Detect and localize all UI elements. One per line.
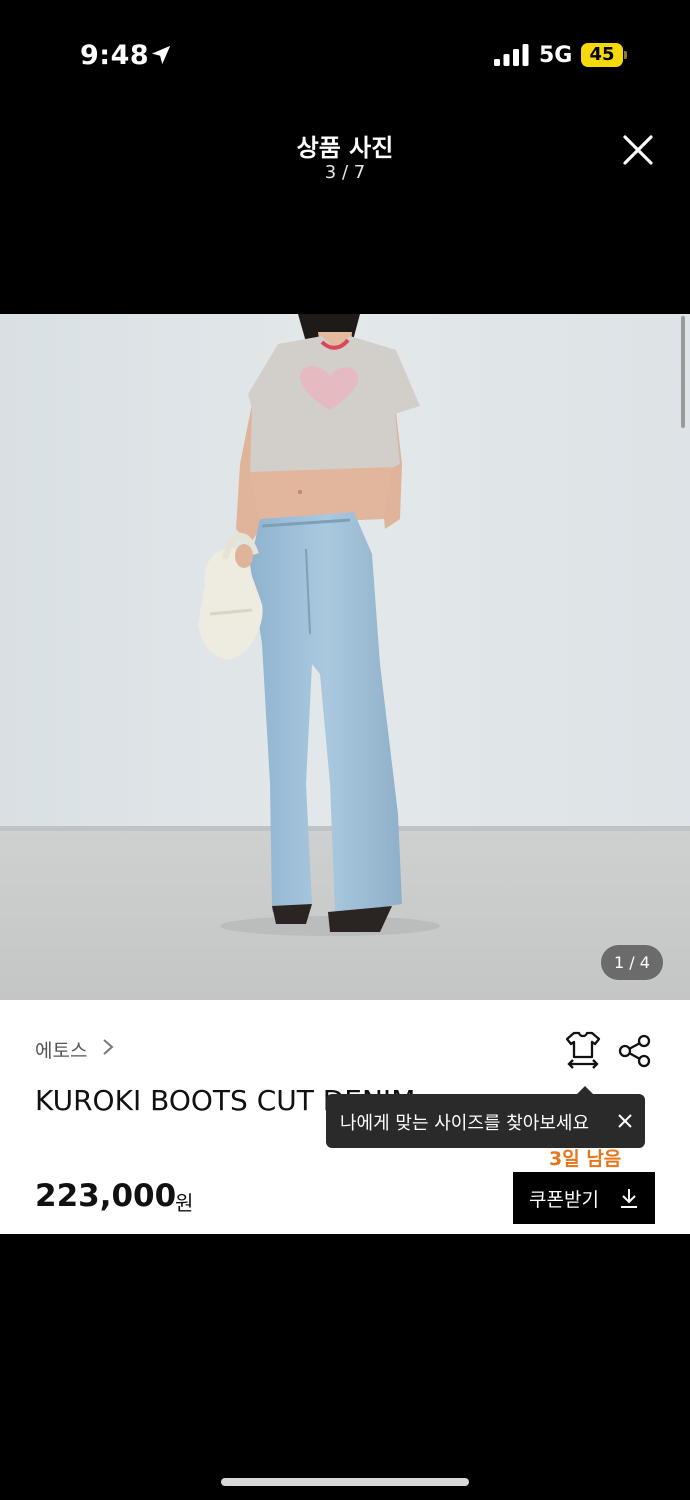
tooltip-close-icon[interactable] [617, 1113, 633, 1129]
network-type: 5G [539, 43, 573, 68]
get-coupon-button[interactable]: 쿠폰받기 [513, 1172, 655, 1224]
share-icon[interactable] [618, 1034, 652, 1068]
product-price: 223,000 [35, 1178, 177, 1214]
brand-link[interactable]: 에토스 [35, 1036, 87, 1063]
get-coupon-label: 쿠폰받기 [529, 1189, 599, 1211]
signal-icon [494, 44, 529, 66]
price-currency: 원 [175, 1191, 194, 1215]
product-photo[interactable] [0, 314, 690, 1000]
coupon-deadline: 3일 남음 [549, 1148, 622, 1170]
chevron-right-icon[interactable] [102, 1038, 114, 1056]
home-indicator[interactable] [221, 1478, 469, 1486]
size-tooltip: 나에게 맞는 사이즈를 찾아보세요 [326, 1086, 645, 1148]
scroll-indicator[interactable] [681, 316, 685, 428]
battery-icon: 45 [581, 43, 627, 67]
battery-level: 45 [589, 44, 615, 65]
close-icon[interactable] [620, 132, 656, 168]
status-time: 9:48 [80, 40, 150, 71]
download-icon [621, 1189, 637, 1208]
size-guide-icon[interactable] [564, 1030, 602, 1070]
image-counter-badge: 1 / 4 [601, 945, 663, 980]
location-arrow-icon [151, 45, 171, 65]
status-bar: 9:48 5G 45 [0, 0, 690, 110]
viewer-title: 상품 사진 [296, 134, 394, 162]
viewer-page-counter: 3 / 7 [324, 162, 366, 183]
tooltip-arrow [577, 1086, 593, 1094]
tooltip-text: 나에게 맞는 사이즈를 찾아보세요 [340, 1113, 590, 1134]
product-photo-image [0, 314, 690, 1000]
